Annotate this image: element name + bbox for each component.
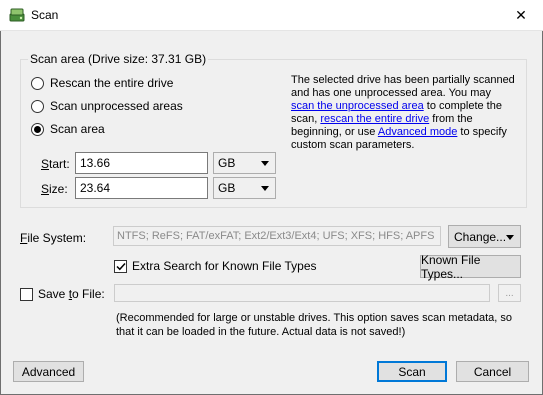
advanced-mode-link[interactable]: Advanced mode	[378, 126, 458, 138]
radio-scan-area[interactable]: Scan area	[31, 122, 105, 136]
window-title: Scan	[31, 8, 59, 22]
extra-search-checkbox[interactable]: Extra Search for Known File Types	[114, 259, 317, 273]
radio-label: Scan area	[50, 122, 105, 136]
close-icon: ✕	[515, 7, 527, 23]
scan-area-group-label: Scan area (Drive size: 37.31 GB)	[28, 52, 209, 66]
file-system-field: NTFS; ReFS; FAT/exFAT; Ext2/Ext3/Ext4; U…	[113, 226, 441, 246]
start-unit-select[interactable]: GB	[213, 152, 276, 174]
file-system-label: File System:	[20, 231, 87, 245]
radio-label: Scan unprocessed areas	[50, 99, 183, 113]
scan-button[interactable]: Scan	[377, 361, 447, 382]
radio-scan-unprocessed-areas[interactable]: Scan unprocessed areas	[31, 99, 183, 113]
title-bar: Scan ✕	[0, 0, 543, 31]
save-path-input[interactable]	[114, 284, 490, 302]
start-input[interactable]: 13.66	[75, 152, 208, 174]
radio-circle	[31, 122, 44, 136]
chevron-down-icon	[261, 161, 269, 166]
app-drive-icon	[9, 8, 25, 22]
browse-button[interactable]: ...	[498, 284, 521, 302]
radio-circle	[31, 76, 44, 90]
checkmark-icon	[115, 262, 126, 270]
rescan-entire-drive-link[interactable]: rescan the entire drive	[320, 113, 429, 125]
chevron-down-icon	[506, 235, 514, 240]
chevron-down-icon	[261, 186, 269, 191]
size-label: Size:	[41, 182, 68, 196]
radio-circle	[31, 99, 44, 113]
start-label: Start:	[41, 157, 70, 171]
radio-label: Rescan the entire drive	[50, 76, 174, 90]
save-note: (Recommended for large or unstable drive…	[116, 312, 512, 338]
radio-rescan-entire-drive[interactable]: Rescan the entire drive	[31, 76, 173, 90]
radio-selected-dot	[34, 125, 41, 133]
scan-unprocessed-link[interactable]: scan the unprocessed area	[291, 100, 424, 112]
save-to-file-checkbox[interactable]: Save to File:	[20, 287, 105, 301]
advanced-button[interactable]: Advanced	[13, 361, 84, 382]
known-file-types-button[interactable]: Known File Types...	[420, 253, 521, 281]
size-input[interactable]: 23.64	[75, 177, 208, 199]
checkbox-box	[20, 287, 33, 301]
save-to-file-label: Save to File:	[38, 287, 105, 301]
size-unit-select[interactable]: GB	[213, 177, 276, 199]
checkbox-box	[114, 259, 127, 273]
extra-search-label: Extra Search for Known File Types	[132, 259, 317, 273]
change-file-system-button[interactable]: Change...	[448, 225, 521, 248]
close-button[interactable]: ✕	[499, 0, 543, 31]
cancel-button[interactable]: Cancel	[456, 361, 529, 382]
scan-description: The selected drive has been partially sc…	[291, 74, 515, 151]
